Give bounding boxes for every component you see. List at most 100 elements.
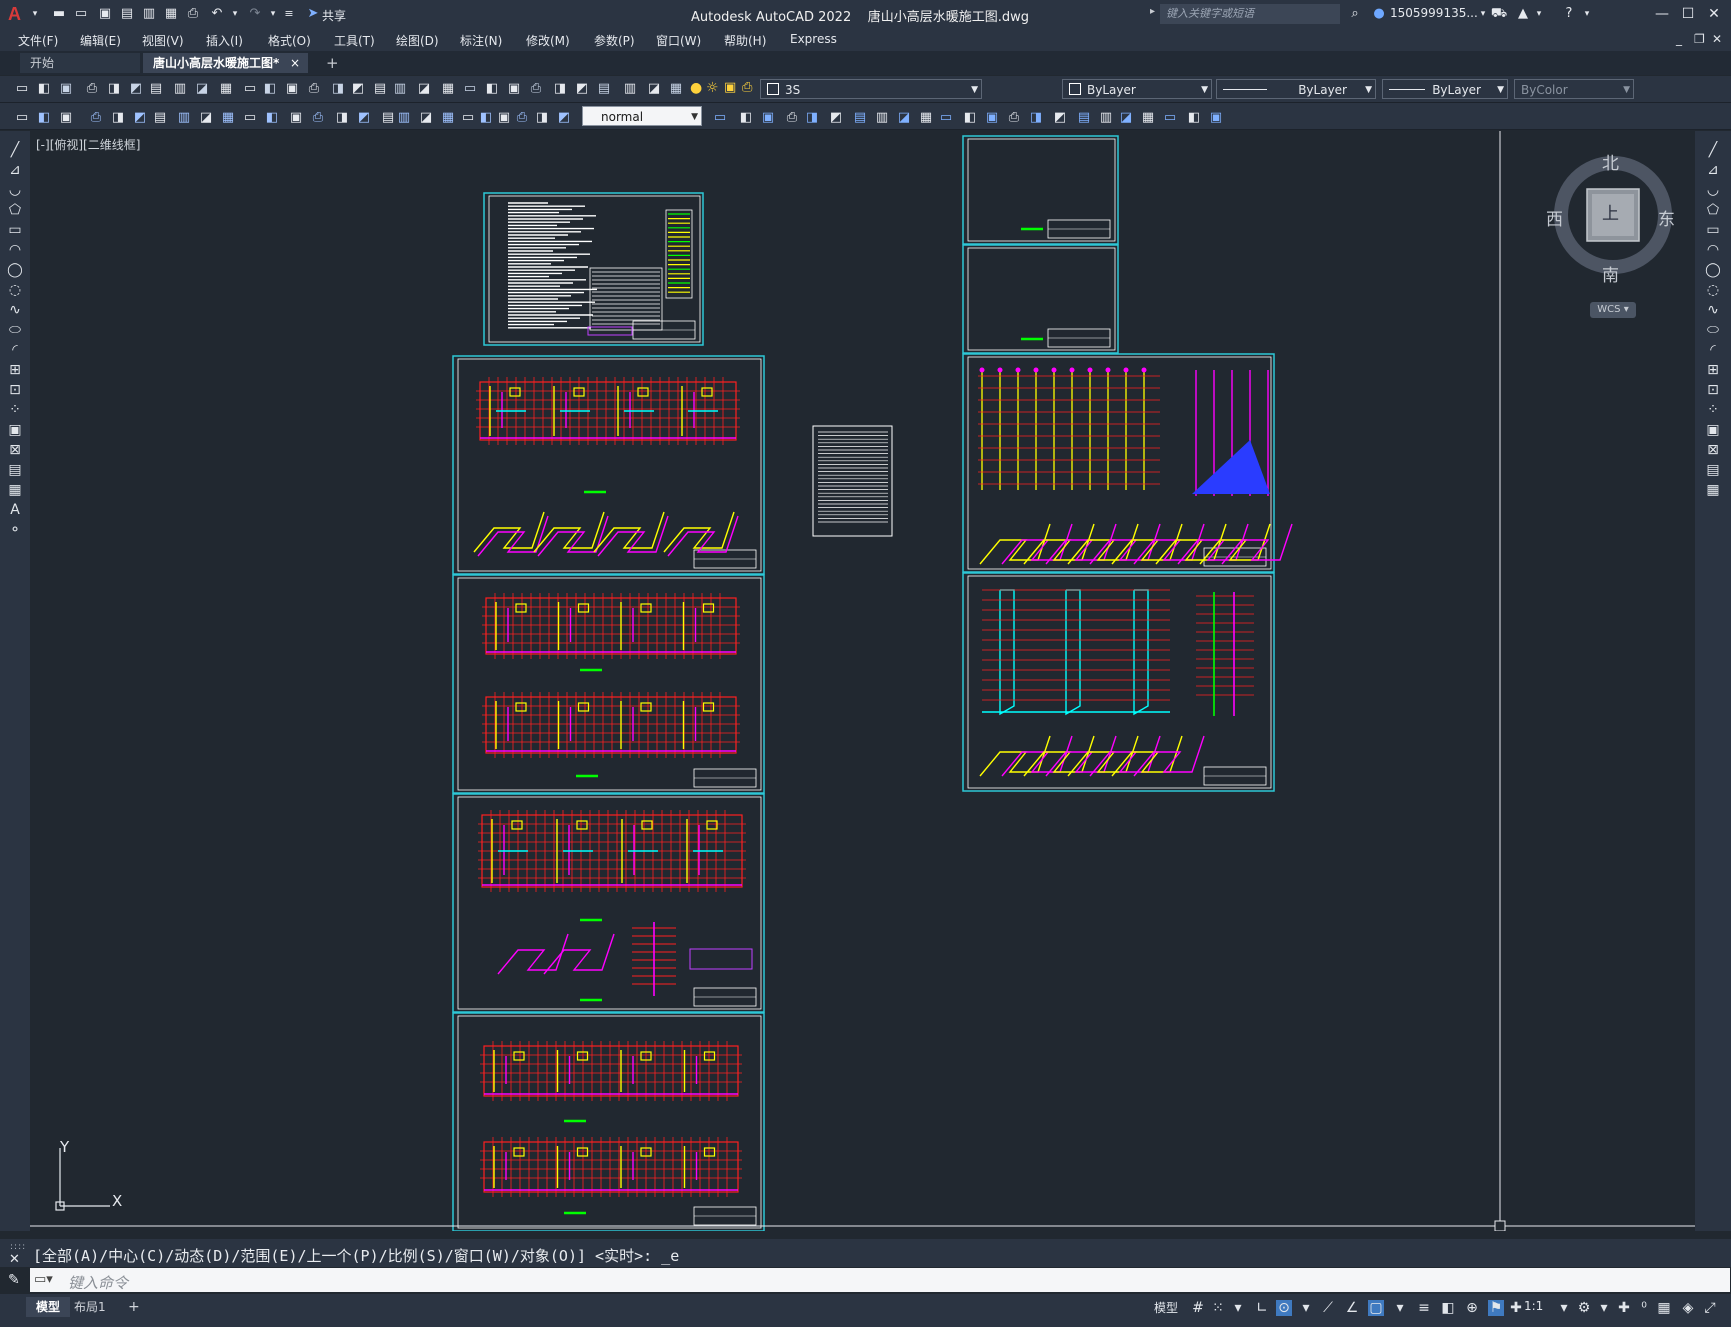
insert-block-icon[interactable]: ⊞: [6, 361, 24, 379]
riser1-head-6[interactable]: [1087, 367, 1093, 373]
mirror-icon[interactable]: ◡: [1704, 181, 1722, 199]
object-snap-tracking-icon[interactable]: ∠: [1344, 1300, 1360, 1316]
markup-icon[interactable]: ◨: [552, 81, 568, 97]
zoom-previous-icon[interactable]: ▦: [440, 81, 456, 97]
join-icon[interactable]: ⁘: [1704, 401, 1722, 419]
riser2-loop-0[interactable]: [999, 589, 1015, 716]
layer-thaw-icon[interactable]: ☼: [706, 80, 719, 96]
hatch-icon[interactable]: ▣: [6, 421, 24, 439]
compass-east[interactable]: 东: [1658, 205, 1675, 230]
viewport-controls[interactable]: [-][俯视][二维线框]: [36, 136, 140, 153]
plan2-upper-fixture-0[interactable]: [515, 603, 527, 613]
dim-space-icon[interactable]: ◧: [264, 110, 280, 126]
region-icon[interactable]: ▤: [6, 461, 24, 479]
units-icon[interactable]: ⁰: [1636, 1300, 1652, 1316]
cut-icon[interactable]: ▥: [172, 81, 188, 97]
riser2-loop-2[interactable]: [1133, 589, 1149, 716]
revision-cloud-icon[interactable]: ◌: [6, 281, 24, 299]
publish-icon[interactable]: ◩: [128, 81, 144, 97]
plan4-lower-fixture-3[interactable]: [703, 1147, 716, 1157]
save-icon[interactable]: ▣: [58, 81, 74, 97]
menu-help[interactable]: 帮助(H): [724, 32, 766, 49]
riser1-iso-2[interactable]: [1023, 523, 1095, 565]
isodraft-icon[interactable]: ⟋: [1320, 1300, 1336, 1316]
center-mark-icon[interactable]: ◨: [334, 110, 350, 126]
ellipse-arc-icon[interactable]: ◜: [6, 341, 24, 359]
riser1-head-4[interactable]: [1051, 367, 1057, 373]
annotation-monitor-icon[interactable]: ✚: [1616, 1300, 1632, 1316]
fillet-icon[interactable]: ⎙: [1006, 110, 1022, 126]
tab-layout1[interactable]: 布局1: [64, 1297, 116, 1317]
zoom-realtime-icon[interactable]: ▥: [392, 81, 408, 97]
riser1-iso-5[interactable]: [1089, 523, 1161, 565]
plan2-upper-wall-outline[interactable]: [485, 597, 737, 655]
search-icon[interactable]: ⌕: [1346, 5, 1364, 23]
plan4-upper-fixture-3[interactable]: [703, 1051, 716, 1061]
annotation-autoscale-icon[interactable]: ✚: [1508, 1300, 1524, 1316]
doc-close-icon[interactable]: ✕: [1712, 32, 1722, 46]
riser1-iso-6[interactable]: [1111, 523, 1183, 565]
color-combo[interactable]: ByLayer ▼: [1062, 79, 1212, 99]
design-center-icon[interactable]: ◧: [484, 81, 500, 97]
trim-icon[interactable]: ◪: [896, 110, 912, 126]
properties-icon[interactable]: ▭: [462, 81, 478, 97]
xref-icon[interactable]: ◧: [1186, 110, 1202, 126]
blend-icon[interactable]: ▤: [1704, 461, 1722, 479]
copy-icon[interactable]: ⊿: [1704, 161, 1722, 179]
layer-combo[interactable]: 3S ▼: [760, 79, 982, 99]
riser1-iso-11[interactable]: [1221, 523, 1293, 565]
riser1-head-2[interactable]: [1015, 367, 1021, 373]
sheet-set-icon[interactable]: ⎙: [528, 81, 544, 97]
close-tab-icon[interactable]: ×: [290, 53, 300, 73]
mtext-icon[interactable]: A: [6, 501, 24, 519]
dim-text-edit-icon[interactable]: ◪: [418, 110, 434, 126]
circle-icon[interactable]: ◯: [6, 261, 24, 279]
riser1-head-3[interactable]: [1033, 367, 1039, 373]
help-icon[interactable]: ?: [1560, 5, 1578, 23]
save-web-icon[interactable]: ▦: [162, 5, 180, 23]
sheet-floorplan-4-inner-frame[interactable]: [457, 1015, 762, 1229]
pan-icon[interactable]: ▤: [372, 81, 388, 97]
menu-modify[interactable]: 修改(M): [526, 32, 570, 49]
riser1-iso-10[interactable]: [1199, 523, 1271, 565]
dim-reassoc-icon[interactable]: ⎙: [514, 110, 530, 126]
array-icon[interactable]: ▭: [1704, 221, 1722, 239]
offset-icon[interactable]: ⬠: [1704, 201, 1722, 219]
menu-window[interactable]: 窗口(W): [656, 32, 701, 49]
riser1-head-9[interactable]: [1141, 367, 1147, 373]
zoom-window-icon[interactable]: ◪: [416, 81, 432, 97]
plan3-fixture-1[interactable]: [576, 820, 588, 830]
mirror-icon[interactable]: ◧: [738, 110, 754, 126]
plan2-upper-fixture-3[interactable]: [702, 603, 715, 613]
command-customize-icon[interactable]: ✎: [8, 1272, 20, 1288]
dim-update-icon[interactable]: ▦: [440, 110, 456, 126]
save-as-icon[interactable]: ▤: [118, 5, 136, 23]
plot-icon[interactable]: ⎙: [84, 81, 100, 97]
maximize-window-icon[interactable]: ☐: [1676, 4, 1700, 24]
make-block-icon[interactable]: ⊡: [6, 381, 24, 399]
search-input[interactable]: 键入关键字或短语: [1160, 4, 1340, 24]
sheet-floorplan-1-outer-frame[interactable]: [452, 355, 765, 575]
rectangle-icon[interactable]: ▭: [6, 221, 24, 239]
scale-icon[interactable]: ◌: [1704, 281, 1722, 299]
riser1-head-8[interactable]: [1123, 367, 1129, 373]
quickcalc-icon[interactable]: ◩: [574, 81, 590, 97]
explode-icon[interactable]: ▦: [1704, 481, 1722, 499]
open-file-icon[interactable]: ▭: [72, 5, 90, 23]
plan3-fixture-3[interactable]: [706, 820, 718, 830]
dim-continue-icon[interactable]: ▭: [242, 110, 258, 126]
sheet-floorplan-2-outer-frame[interactable]: [452, 574, 765, 794]
move-icon[interactable]: ◨: [804, 110, 820, 126]
menu-view[interactable]: 视图(V): [142, 32, 184, 49]
copy-icon[interactable]: ◪: [194, 81, 210, 97]
chamfer-icon[interactable]: ▣: [984, 110, 1000, 126]
new-file-icon[interactable]: ▬: [50, 5, 68, 23]
add-selected-icon[interactable]: ⚬: [6, 521, 24, 539]
riser1-blue-fill[interactable]: [1192, 440, 1270, 494]
riser1-iso-1[interactable]: [1001, 523, 1073, 565]
paste-icon[interactable]: ▦: [218, 81, 234, 97]
workspace-icon[interactable]: ⚙: [1576, 1300, 1592, 1316]
undo-dropdown-icon[interactable]: ▾: [226, 5, 244, 23]
dim-override-icon[interactable]: ◧: [478, 110, 494, 126]
ellipse-icon[interactable]: ⬭: [6, 321, 24, 339]
